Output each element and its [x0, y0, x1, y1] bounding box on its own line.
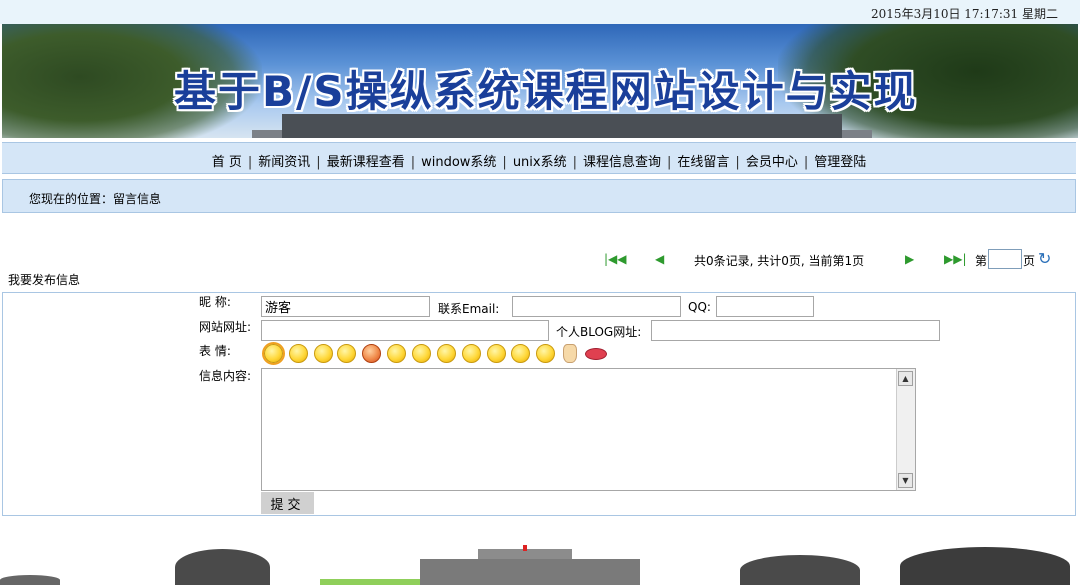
site-banner: 基于B/S操纵系统课程网站设计与实现: [2, 24, 1078, 138]
email-label: 联系Email:: [438, 302, 500, 316]
scroll-up-icon[interactable]: ▲: [898, 371, 913, 386]
footer-flag: [523, 545, 527, 551]
content-textarea[interactable]: ▲ ▼: [261, 368, 916, 491]
qq-label: QQ:: [688, 300, 711, 314]
kiss-icon[interactable]: [585, 348, 607, 360]
laugh-icon[interactable]: [536, 344, 555, 363]
content-label: 信息内容:: [199, 369, 252, 383]
footer-grass: [320, 579, 430, 585]
nickname-input[interactable]: [261, 296, 430, 317]
smirk-icon[interactable]: [487, 344, 506, 363]
breadcrumb: 您现在的位置：留言信息: [29, 192, 162, 206]
first-page-icon[interactable]: |◀◀: [604, 252, 627, 266]
nav-windows[interactable]: window系统: [415, 155, 502, 170]
qq-input[interactable]: [716, 296, 814, 317]
pager-summary: 共0条记录, 共计0页, 当前第1页: [694, 254, 865, 268]
goto-suffix: 页: [1023, 254, 1036, 268]
wink-icon[interactable]: [462, 344, 481, 363]
location-bar: 您现在的位置：留言信息: [2, 179, 1076, 213]
angry-icon[interactable]: [362, 344, 381, 363]
pager: |◀◀ ◀ 共0条记录, 共计0页, 当前第1页 ▶ ▶▶| 第 页 ↻: [600, 249, 1070, 270]
textarea-scrollbar[interactable]: ▲ ▼: [896, 369, 915, 490]
goto-page-input[interactable]: [988, 249, 1022, 269]
confused-icon[interactable]: [387, 344, 406, 363]
sleepy-icon[interactable]: [511, 344, 530, 363]
scroll-down-icon[interactable]: ▼: [898, 473, 913, 488]
tongue-icon[interactable]: [412, 344, 431, 363]
main-nav: 首 页 | 新闻资讯 | 最新课程查看 | window系统 | unix系统 | 课程信息查询 | 在…: [2, 142, 1076, 174]
nav-guestbook[interactable]: 在线留言: [671, 155, 735, 170]
current-datetime: 2015年3月10日 17:17:31 星期二: [871, 7, 1058, 21]
goto-prefix: 第: [975, 254, 988, 268]
blog-label: 个人BLOG网址:: [556, 325, 642, 339]
smile-icon[interactable]: [262, 342, 285, 365]
publish-heading: 我要发布信息: [8, 273, 81, 287]
submit-button[interactable]: 提交: [261, 492, 314, 514]
nav-admin-login[interactable]: 管理登陆: [808, 155, 872, 170]
nav-latest-courses[interactable]: 最新课程查看: [321, 155, 411, 170]
nav-course-query[interactable]: 课程信息查询: [577, 155, 667, 170]
footer-campus-image: [0, 540, 1080, 585]
nav-member-center[interactable]: 会员中心: [740, 155, 804, 170]
victory-icon[interactable]: [563, 344, 577, 363]
website-input[interactable]: [261, 320, 549, 341]
shy-icon[interactable]: [437, 344, 456, 363]
nickname-label: 昵 称:: [199, 295, 231, 309]
footer-tree: [0, 575, 60, 585]
go-refresh-icon[interactable]: ↻: [1038, 249, 1051, 268]
nav-news[interactable]: 新闻资讯: [252, 155, 316, 170]
site-title: 基于B/S操纵系统课程网站设计与实现: [174, 67, 918, 116]
footer-tree: [175, 549, 270, 585]
last-page-icon[interactable]: ▶▶|: [944, 252, 967, 266]
nav-home[interactable]: 首 页: [206, 155, 248, 170]
sad-icon[interactable]: [289, 344, 308, 363]
top-bar: 2015年3月10日 17:17:31 星期二: [0, 0, 1080, 24]
footer-tree: [900, 547, 1070, 585]
prev-page-icon[interactable]: ◀: [655, 252, 664, 266]
emotion-label: 表 情:: [199, 344, 231, 358]
nav-list: 首 页 | 新闻资讯 | 最新课程查看 | window系统 | unix系统 | 课程信息查询 | 在…: [206, 151, 872, 170]
grin-icon[interactable]: [314, 344, 333, 363]
nav-unix[interactable]: unix系统: [507, 155, 573, 170]
next-page-icon[interactable]: ▶: [905, 252, 914, 266]
email-input[interactable]: [512, 296, 681, 317]
footer-tree: [740, 555, 860, 585]
footer-building: [420, 559, 640, 585]
blog-input[interactable]: [651, 320, 940, 341]
website-label: 网站网址:: [199, 320, 252, 334]
cry-icon[interactable]: [337, 344, 356, 363]
